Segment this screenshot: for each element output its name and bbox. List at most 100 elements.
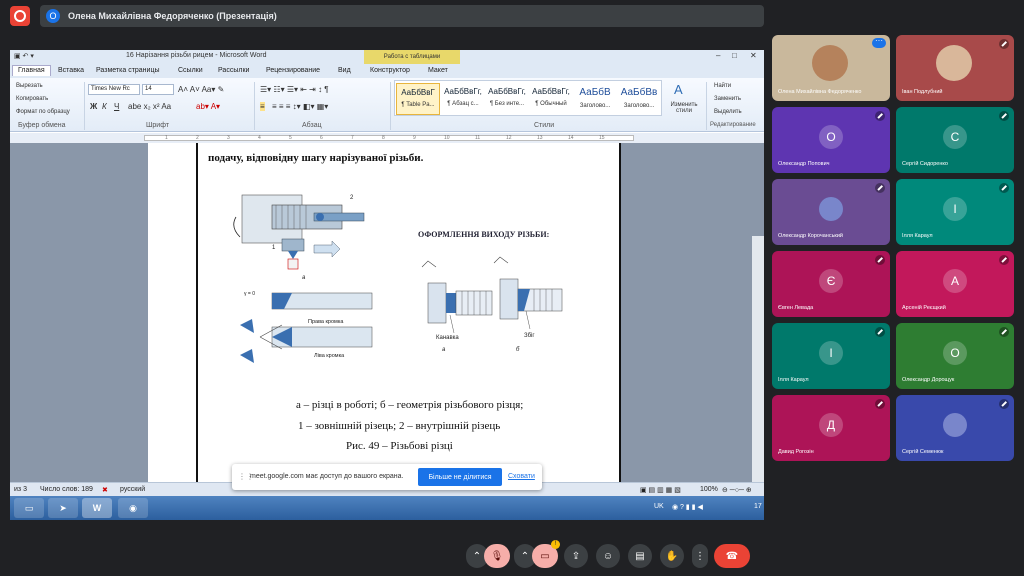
chrome-icon[interactable]: ◉ — [118, 498, 148, 518]
video-feed — [936, 45, 972, 81]
participant-tile[interactable]: О Олександр Попович — [772, 107, 890, 173]
participant-tile[interactable]: ··· Олена Михайлівна Федоряченко — [772, 35, 890, 101]
participant-tile[interactable]: С Сергій Сидоренко — [896, 107, 1014, 173]
zoom-level[interactable]: 100% — [700, 486, 718, 493]
select-button[interactable]: Выделить — [714, 109, 742, 115]
view-mode-icons[interactable]: ▣ ▤ ▥ ▦ ▧ — [640, 486, 681, 494]
participant-tile[interactable]: І Ілля Караул — [896, 179, 1014, 245]
stop-sharing-button[interactable]: Більше не ділитися — [418, 468, 502, 486]
cut-button[interactable]: Вырезать — [16, 83, 43, 89]
close-icon[interactable]: ✕ — [750, 51, 757, 60]
video-feed — [812, 45, 848, 81]
find-button[interactable]: Найти — [714, 83, 731, 89]
minimize-icon[interactable]: – — [716, 51, 720, 60]
tab-review[interactable]: Рецензирование — [266, 67, 320, 74]
participant-tile[interactable]: І Ілля Караул — [772, 323, 890, 389]
presentation-chip[interactable]: О Олена Михайлівна Федоряченко (Презента… — [40, 5, 764, 27]
ruler-mark: 5 — [289, 135, 292, 141]
explorer-icon[interactable]: ▭ — [14, 498, 44, 518]
style-table-paragraph[interactable]: АаБбВвГ ¶ Table Pa... — [396, 83, 440, 115]
ruler-mark: 2 — [196, 135, 199, 141]
strike-sub-super-icon[interactable]: abe x₂ x² Aa — [128, 102, 171, 111]
bold-icon[interactable]: Ж — [90, 102, 97, 111]
telegram-icon[interactable]: ➤ — [48, 498, 78, 518]
styles-gallery: АаБбВвГ ¶ Table Pa... АаБбВвГг, ¶ Абзац … — [394, 80, 662, 116]
font-color-icon[interactable]: ab▾ A▾ — [196, 102, 220, 111]
grow-font-icon[interactable]: A˄ A˅ Aa▾ ✎ — [178, 85, 224, 94]
participant-tile[interactable]: Олександр Корочанський — [772, 179, 890, 245]
tab-mailings[interactable]: Рассылки — [218, 67, 249, 74]
tab-references[interactable]: Ссылки — [178, 67, 203, 74]
vertical-scrollbar[interactable] — [752, 236, 764, 520]
change-styles-button[interactable]: Изменить стили — [666, 102, 702, 114]
captions-icon[interactable]: ▤ — [628, 544, 652, 568]
format-painter-button[interactable]: Формат по образцу — [16, 109, 70, 115]
spellcheck-icon[interactable]: ✖ — [102, 486, 108, 494]
tab-page-layout[interactable]: Разметка страницы — [96, 67, 160, 74]
participant-tile[interactable]: А Арсеній Реєщкий — [896, 251, 1014, 317]
underline-icon[interactable]: Ч — [114, 102, 119, 111]
tab-home[interactable]: Главная — [12, 65, 51, 76]
avatar: О — [943, 341, 967, 365]
language-indicator[interactable]: русский — [120, 486, 145, 493]
style-no-spacing[interactable]: АаБбВвГг, ¶ Без инте... — [485, 83, 529, 115]
change-styles-icon[interactable]: A — [674, 82, 683, 97]
styles-group-label: Стили — [534, 122, 555, 129]
caption-line-1: а – різці в роботі; б – геометрія різьбо… — [296, 399, 524, 411]
word-taskbar-icon[interactable]: W — [82, 498, 112, 518]
avatar: С — [943, 125, 967, 149]
participant-name: Сергій Семенюк — [902, 449, 944, 455]
align-left-icon[interactable]: ≡ — [260, 102, 265, 111]
quick-access-icon[interactable]: ▣ ↶ ▾ — [14, 52, 34, 60]
more-options-icon[interactable]: ⋮ — [692, 544, 708, 568]
style-heading-2[interactable]: АаБбВв Заголово... — [617, 83, 661, 115]
shared-screen: ▣ ↶ ▾ 16 Нарізання різьби рицем - Micros… — [10, 50, 764, 520]
hide-button[interactable]: Сховати — [508, 473, 535, 480]
tile-options-icon[interactable]: ··· — [872, 37, 886, 48]
raise-hand-icon[interactable]: ✋ — [660, 544, 684, 568]
italic-icon[interactable]: К — [102, 102, 107, 111]
tab-design[interactable]: Конструктор — [370, 67, 410, 74]
thread-exit-drawing: Канавка а Збіг б — [421, 256, 563, 353]
tab-view[interactable]: Вид — [338, 67, 351, 74]
participant-tile[interactable]: О Олександр Дорощук — [896, 323, 1014, 389]
clipboard-group-label: Буфер обмена — [18, 122, 66, 129]
camera-off-icon[interactable]: ▭! — [532, 540, 560, 568]
align-center-icon[interactable]: ≡ ≡ ≡ ↕▾ ◧▾ ▦▾ — [272, 102, 328, 111]
tray-icons[interactable]: ◉ ? ▮ ▮ ◀ — [672, 503, 703, 511]
font-size-select[interactable]: 14 — [142, 84, 174, 95]
font-group-label: Шрифт — [146, 122, 170, 129]
participant-tile[interactable]: Д Давид Рогозін — [772, 395, 890, 461]
keyboard-language[interactable]: UK — [654, 503, 664, 510]
tab-layout[interactable]: Макет — [428, 67, 448, 74]
copy-button[interactable]: Копировать — [16, 96, 48, 102]
clock[interactable]: 17 — [754, 503, 762, 510]
participant-name: Давид Рогозін — [778, 449, 814, 455]
tab-insert[interactable]: Вставка — [58, 67, 84, 74]
participant-tile[interactable]: Є Євген Левада — [772, 251, 890, 317]
page-count[interactable]: из 3 — [14, 486, 27, 493]
word-count[interactable]: Число слов: 189 — [40, 486, 93, 493]
zoom-slider[interactable]: ⊖ ─○─ ⊕ — [722, 486, 752, 494]
document-page[interactable]: подачу, відповідну шагу нарізуваної різь… — [148, 143, 621, 482]
style-heading-1[interactable]: АаБбВ Заголово... — [573, 83, 617, 115]
replace-button[interactable]: Заменить — [714, 96, 741, 102]
participant-name: Олена Михайлівна Федоряченко — [778, 89, 862, 95]
participant-tile[interactable]: Іван Подлубний — [896, 35, 1014, 101]
mic-muted-icon[interactable]: 🎙 — [484, 544, 510, 568]
leave-call-icon[interactable]: ☎ — [714, 544, 750, 568]
table-border — [619, 143, 621, 482]
caption-line-2: 1 – зовнішній різець; 2 – внутрішній різ… — [298, 420, 501, 432]
muted-mic-icon — [999, 39, 1009, 49]
participant-tile[interactable]: Сергій Семенюк — [896, 395, 1014, 461]
style-normal[interactable]: АаБбВвГг, ¶ Обычный — [529, 83, 573, 115]
present-screen-icon[interactable]: ⇪ — [564, 544, 588, 568]
label-a: а — [442, 347, 446, 353]
style-list-paragraph[interactable]: АаБбВвГг, ¶ Абзац с... — [441, 83, 485, 115]
font-name-select[interactable]: Times New Rc — [88, 84, 140, 95]
maximize-icon[interactable]: □ — [732, 51, 737, 60]
emoji-icon[interactable]: ☺ — [596, 544, 620, 568]
horizontal-ruler[interactable]: 1 2 3 4 5 6 7 8 9 10 11 12 13 14 15 — [10, 133, 764, 143]
bullets-icon[interactable]: ☰▾ ☷▾ ☰▾ ⇤ ⇥ ↕ ¶ — [260, 85, 329, 94]
label-right-edge: Права кромка — [308, 319, 344, 325]
